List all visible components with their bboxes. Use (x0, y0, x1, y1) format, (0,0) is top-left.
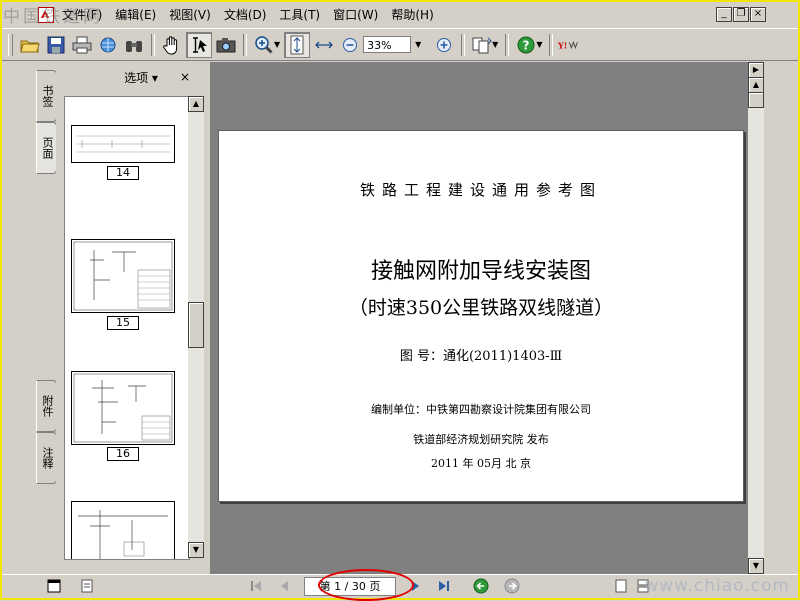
fit-width-icon[interactable] (312, 33, 336, 57)
toolbar-separator (151, 33, 155, 56)
menu-bar: 文件(F) 编辑(E) 视图(V) 文档(D) 工具(T) 窗口(W) 帮助(H… (2, 2, 798, 28)
navigation-tabs: 书签 页面 附件 注释 (36, 62, 57, 572)
page-thumbnail[interactable] (71, 371, 175, 445)
menu-tools[interactable]: 工具(T) (273, 2, 327, 28)
find-binoculars-icon[interactable] (122, 33, 146, 57)
panel-header: 选项 ▾ × (56, 62, 208, 92)
zoom-level-input[interactable]: 33% (363, 36, 412, 53)
scroll-up-icon[interactable]: ▲ (748, 77, 764, 93)
watermark-bottom-right: www.chiao.com (644, 576, 790, 596)
go-forward-icon[interactable] (504, 578, 520, 594)
svg-text:Y!: Y! (558, 40, 567, 50)
window-controls: _ ❐ × (716, 7, 766, 22)
thumbnail-label: 15 (107, 316, 139, 330)
previous-page-icon[interactable] (277, 578, 293, 594)
toolbar-separator (549, 33, 554, 56)
page-info-icon[interactable] (79, 578, 95, 594)
options-menu-button[interactable]: 选项 ▾ (124, 69, 158, 86)
menu-view[interactable]: 视图(V) (163, 2, 218, 28)
go-back-icon[interactable] (473, 578, 489, 594)
toolbar-separator (505, 33, 510, 56)
snapshot-camera-icon[interactable] (214, 33, 238, 57)
fit-page-icon[interactable] (284, 31, 311, 58)
page-thumbnail-list[interactable]: 14 15 16 (64, 96, 190, 560)
highlight-ellipse (318, 569, 414, 601)
zoom-in-tool-icon[interactable] (252, 33, 276, 57)
scrollbar-thumb[interactable] (188, 302, 204, 348)
doc-drawing-number: 图 号：通化(2011)1403-Ⅲ (399, 349, 563, 364)
page-thumbnail[interactable] (71, 239, 175, 313)
menu-window[interactable]: 窗口(W) (327, 2, 385, 28)
scrollbar-thumb[interactable] (748, 92, 764, 108)
doc-main-title: 接触网附加导线安装图 (370, 259, 591, 284)
thumbnail-label: 16 (107, 447, 139, 461)
last-page-icon[interactable] (436, 578, 452, 594)
chevron-down-icon[interactable]: ▼ (274, 40, 280, 49)
zoom-in-icon[interactable] (432, 33, 456, 57)
chevron-down-icon[interactable]: ▼ (411, 36, 425, 53)
document-view[interactable]: 铁路工程建设通用参考图 接触网附加导线安装图 （时速350公里铁路双线隧道） 图… (210, 62, 748, 574)
print-icon[interactable] (70, 33, 94, 57)
restore-button[interactable]: ❐ (733, 7, 749, 22)
save-disk-icon[interactable] (44, 33, 68, 57)
thumbnail-label: 14 (107, 166, 139, 180)
first-page-icon[interactable] (248, 578, 264, 594)
tab-pages[interactable]: 页面 (36, 122, 57, 174)
tab-bookmarks[interactable]: 书签 (36, 70, 57, 122)
page-thumbnail[interactable] (71, 501, 175, 559)
tab-comments[interactable]: 注释 (36, 432, 57, 484)
single-page-layout-icon[interactable] (613, 578, 629, 594)
thumbnail-scrollbar[interactable]: ▲ ▼ (188, 96, 204, 558)
page-thumbnail[interactable] (71, 125, 175, 163)
close-button[interactable]: × (750, 7, 766, 22)
scroll-up-icon[interactable]: ▲ (188, 96, 204, 112)
select-text-tool-icon[interactable] (186, 31, 212, 58)
doc-author-unit: 编制单位：中铁第四勘察设计院集团有限公司 (371, 403, 591, 416)
menu-edit[interactable]: 编辑(E) (109, 2, 163, 28)
watermark-top-left: 中国铁道网 (3, 7, 103, 27)
toolbar-separator (243, 33, 247, 56)
doc-subtitle: （时速350公里铁路双线隧道） (348, 297, 614, 319)
document-page: 铁路工程建设通用参考图 接触网附加导线安装图 （时速350公里铁路双线隧道） 图… (218, 130, 744, 502)
doc-publisher: 铁道部经济规划研究院 发布 (413, 433, 549, 446)
minimize-button[interactable]: _ (716, 7, 732, 22)
hand-tool-icon[interactable] (160, 33, 184, 57)
toolbar-grip[interactable] (8, 33, 13, 56)
doc-date-place: 2011 年 05月 北 京 (431, 457, 531, 470)
page-layout-icon[interactable] (470, 33, 494, 57)
toolbar: ▼ 33% ▼ ▼ ? ▼ Y! (2, 28, 798, 61)
scroll-down-icon[interactable]: ▼ (748, 558, 764, 574)
doc-series-title: 铁路工程建设通用参考图 (359, 181, 602, 199)
yahoo-search-icon[interactable]: Y! (558, 33, 582, 57)
help-icon[interactable]: ? (514, 33, 538, 57)
scroll-up-icon[interactable]: ▶ (748, 62, 764, 78)
pages-panel: 选项 ▾ × 14 15 16 ▲ ▼ (56, 62, 208, 574)
toolbar-separator (461, 33, 466, 56)
open-folder-icon[interactable] (18, 33, 42, 57)
chevron-down-icon[interactable]: ▼ (536, 40, 542, 49)
doc-window-icon[interactable] (46, 578, 62, 594)
zoom-out-icon[interactable] (338, 33, 362, 57)
menu-help[interactable]: 帮助(H) (385, 2, 440, 28)
document-scrollbar[interactable]: ▶ ▲ ▼ (748, 62, 764, 574)
email-globe-icon[interactable] (96, 33, 120, 57)
scroll-down-icon[interactable]: ▼ (188, 542, 204, 558)
chevron-down-icon[interactable]: ▼ (492, 40, 498, 49)
svg-text:?: ? (523, 38, 530, 52)
menu-document[interactable]: 文档(D) (218, 2, 274, 28)
panel-close-button[interactable]: × (180, 70, 190, 84)
tab-attachments[interactable]: 附件 (36, 380, 57, 432)
